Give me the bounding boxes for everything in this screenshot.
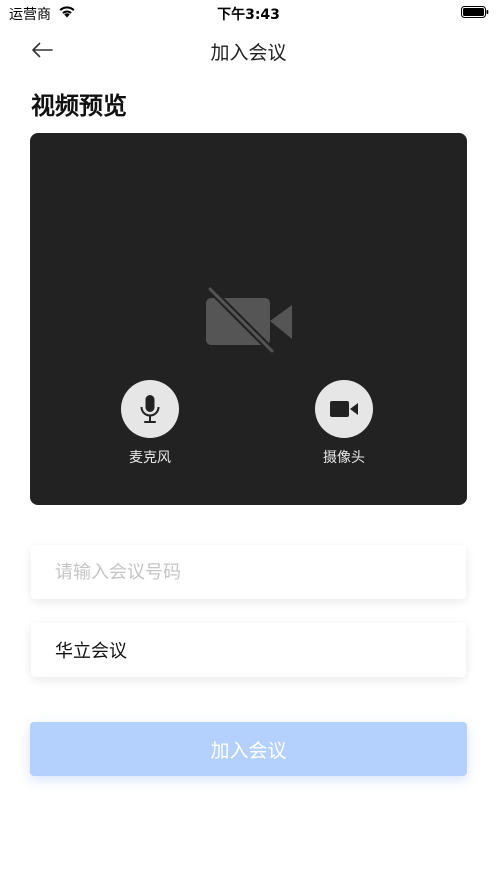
join-meeting-button[interactable]: 加入会议 [30, 722, 467, 776]
status-bar: 运营商 下午3:43 [0, 0, 497, 24]
navigation-bar: 加入会议 [0, 26, 497, 74]
camera-button[interactable] [315, 380, 373, 438]
video-preview: 麦克风 摄像头 [30, 133, 467, 505]
display-name-input[interactable] [31, 623, 466, 677]
display-name-field[interactable] [31, 623, 466, 677]
section-title: 视频预览 [31, 92, 127, 120]
video-camera-icon [330, 401, 358, 417]
microphone-button[interactable] [121, 380, 179, 438]
microphone-icon [140, 395, 160, 423]
camera-toggle[interactable]: 摄像头 [294, 380, 394, 467]
meeting-number-input[interactable] [31, 545, 466, 599]
microphone-toggle[interactable]: 麦克风 [100, 380, 200, 467]
page-title: 加入会议 [210, 42, 287, 64]
video-off-icon [204, 283, 292, 355]
meeting-number-field[interactable] [31, 545, 466, 599]
microphone-label: 麦克风 [129, 450, 171, 466]
status-time: 下午3:43 [217, 7, 280, 23]
camera-label: 摄像头 [323, 450, 365, 466]
battery-icon [461, 6, 489, 18]
